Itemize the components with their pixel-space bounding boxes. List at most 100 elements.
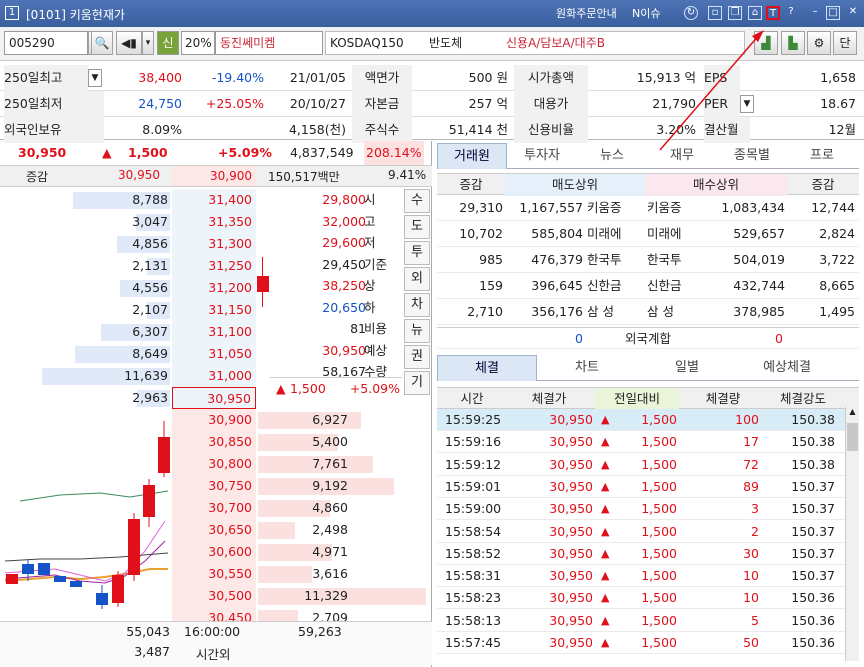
trade-row[interactable]: 15:59:16 30,950 ▲ 1,500 17 150.38 [437,431,859,454]
trade-time: 15:58:54 [445,523,502,539]
ask-price[interactable]: 31,050 [172,343,256,365]
per-dropdown-icon[interactable]: ▼ [740,95,754,113]
speaker-icon[interactable]: ◀▮ [116,31,142,55]
ask-price[interactable]: 31,300 [172,233,256,255]
broker-row[interactable]: 2,710 356,176 삼 성 삼 성 378,985 1,495 [437,299,859,325]
trade-tab-2[interactable]: 일별 [637,355,737,381]
bid-price[interactable]: 30,600 [172,541,256,563]
trade-row[interactable]: 15:59:25 30,950 ▲ 1,500 100 150.38 [437,409,859,431]
side-button[interactable]: 뉴 [404,319,430,343]
help-icon[interactable]: ? [784,6,798,20]
trade-qty: 30 [743,545,759,561]
side-button[interactable]: 수 [404,189,430,213]
trade-qty: 17 [743,434,759,450]
news-issue-link[interactable]: N이슈 [632,5,660,21]
ask-price[interactable]: 31,100 [172,321,256,343]
single-view-button[interactable]: 단 [833,31,857,55]
side-button[interactable]: 기 [404,371,430,395]
broker-row[interactable]: 10,702 585,804 미래에 미래에 529,657 2,824 [437,221,859,247]
broker-row[interactable]: 159 396,645 신한금 신한금 432,744 8,665 [437,273,859,299]
sell-broker: 신한금 [587,278,622,293]
trade-row[interactable]: 15:59:00 30,950 ▲ 1,500 3 150.37 [437,498,859,521]
krw-order-info-link[interactable]: 원화주문안내 [556,5,617,21]
side-button[interactable]: 권 [404,345,430,369]
ask-price[interactable]: 31,350 [172,211,256,233]
value-market-cap: 15,913 억 [636,70,696,85]
bid-price[interactable]: 30,700 [172,497,256,519]
scroll-thumb[interactable] [847,423,858,451]
tab-3[interactable]: 재무 [647,143,717,169]
tab-1[interactable]: 투자자 [507,143,577,169]
trade-tab-0[interactable]: 체결 [437,355,537,381]
trade-time: 15:58:31 [445,568,502,584]
refresh-icon[interactable]: ↻ [684,6,698,20]
candle [22,564,34,574]
trade-row[interactable]: 15:59:01 30,950 ▲ 1,500 89 150.37 [437,476,859,498]
bid-price[interactable]: 30,550 [172,563,256,585]
trade-row[interactable]: 15:59:12 30,950 ▲ 1,500 72 150.38 [437,454,859,476]
bid-qty: 2,498 [312,522,348,537]
link-icon[interactable]: ▫ [708,6,722,20]
trade-row[interactable]: 15:58:23 30,950 ▲ 1,500 10 150.36 [437,587,859,610]
bid-price[interactable]: 30,800 [172,453,256,475]
stock-code-input[interactable]: 005290 [4,31,88,55]
bid-price[interactable]: 30,500 [172,585,256,607]
close-icon[interactable]: ✕ [846,6,860,20]
trade-strength: 150.38 [791,456,835,472]
tab-5[interactable]: 프로 [787,143,857,169]
document-icon[interactable]: ▙ [781,31,805,55]
side-button[interactable]: 외 [404,267,430,291]
lock-icon[interactable]: ⌂ [748,6,762,20]
side-button[interactable]: 차 [404,293,430,317]
trade-row[interactable]: 15:58:31 30,950 ▲ 1,500 10 150.37 [437,565,859,588]
scroll-up-icon[interactable]: ▲ [846,407,859,421]
ask-price[interactable]: 31,400 [172,189,256,211]
period-dropdown-icon[interactable]: ▼ [88,69,102,87]
ask-price[interactable]: 31,150 [172,299,256,321]
trade-strength: 150.37 [791,545,835,561]
ask-total: 55,043 [126,624,170,639]
bid-qty: 5,400 [312,434,348,449]
ask-price[interactable]: 30,950 [172,387,256,409]
side-button[interactable]: 도 [404,215,430,239]
up-arrow-icon: ▲ [601,591,610,605]
trade-row[interactable]: 15:58:52 30,950 ▲ 1,500 30 150.37 [437,543,859,565]
gear-icon[interactable]: ⚙ [807,31,831,55]
bid-price[interactable]: 30,650 [172,519,256,541]
trade-row[interactable]: 15:57:45 30,950 ▲ 1,500 50 150.36 [437,632,859,654]
minimize-icon[interactable]: – [808,6,822,20]
sell-broker: 한국투 [587,252,622,267]
bid-price[interactable]: 30,750 [172,475,256,497]
trade-header-2: 전일대비 [595,388,679,410]
broker-row[interactable]: 985 476,379 한국투 한국투 504,019 3,722 [437,247,859,273]
tab-2[interactable]: 뉴스 [577,143,647,169]
trade-row[interactable]: 15:58:54 30,950 ▲ 1,500 2 150.37 [437,521,859,543]
trade-tab-3[interactable]: 예상체결 [737,355,837,381]
trade-scrollbar[interactable]: ▲ [845,407,859,661]
trade-tab-1[interactable]: 차트 [537,355,637,381]
side-button[interactable]: 투 [404,241,430,265]
text-icon[interactable]: T [766,6,780,20]
trade-row[interactable]: 15:58:13 30,950 ▲ 1,500 5 150.36 [437,610,859,632]
trade-strength: 150.38 [791,434,835,450]
ask-price[interactable]: 31,000 [172,365,256,387]
trade-tabs: 체결 차트 일별 예상체결 [437,355,859,381]
buy-qty: 529,657 [733,226,785,241]
chart-icon[interactable]: ▟ [754,31,778,55]
tab-4[interactable]: 종목별 [717,143,787,169]
ask-price[interactable]: 31,250 [172,255,256,277]
ma-line-black [4,552,169,562]
label-fiscal-month: 결산월 [704,117,750,143]
bid-price[interactable]: 30,850 [172,431,256,453]
speaker-dropdown-icon[interactable]: ▾ [142,31,154,55]
candle [6,574,18,584]
ask-price[interactable]: 31,200 [172,277,256,299]
bid-price[interactable]: 30,900 [172,409,256,431]
broker-row[interactable]: 29,310 1,167,557 키움증 키움증 1,083,434 12,744 [437,195,859,221]
tab-0[interactable]: 거래원 [437,143,507,169]
search-icon[interactable]: 🔍 [91,31,113,55]
trade-time: 15:58:13 [445,612,502,628]
window-copy-icon[interactable]: ❐ [728,6,742,20]
maximize-icon[interactable]: □ [826,6,840,20]
after-hours-label: 시간외 [196,647,231,662]
